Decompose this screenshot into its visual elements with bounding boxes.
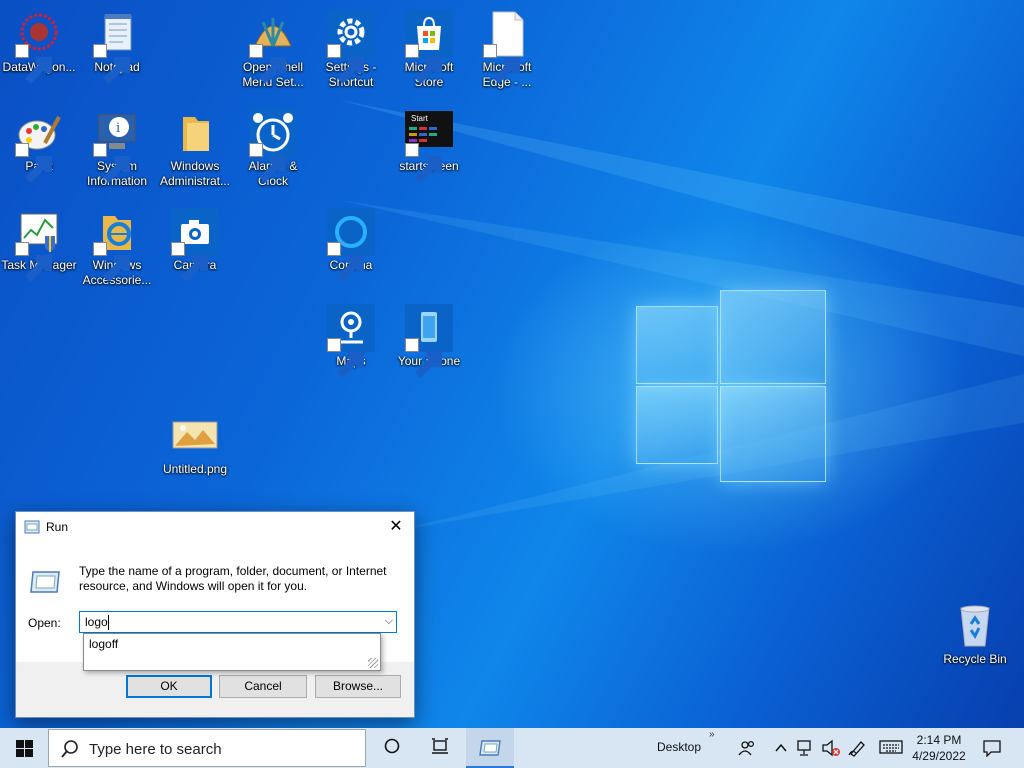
chevron-down-icon[interactable]: ⌵ <box>385 615 393 628</box>
close-icon[interactable]: ✕ <box>384 515 408 539</box>
notification-icon[interactable] <box>983 739 1001 757</box>
autocomplete-list[interactable]: logoff <box>83 633 381 671</box>
browse-button[interactable]: Browse... <box>315 675 401 698</box>
run-dialog[interactable]: Run ✕ Type the name of a program, folder… <box>15 511 415 718</box>
desktop-icon-task-manager[interactable]: Task Manager <box>1 208 77 282</box>
desktop-icon-label: Windows Administrat... <box>159 159 231 188</box>
clock-time: 2:14 PM <box>916 733 962 747</box>
chevron-right-icon[interactable]: » <box>709 729 715 740</box>
ok-button[interactable]: OK <box>126 675 212 698</box>
run-icon <box>479 740 501 756</box>
desktop-icon-startscreen[interactable]: Start startscreen <box>391 109 467 183</box>
open-input[interactable]: logo <box>85 615 108 629</box>
desktop-icon-notepad[interactable]: Notepad <box>79 10 155 84</box>
keyboard-icon[interactable] <box>879 739 903 755</box>
run-message: Type the name of a program, folder, docu… <box>79 564 387 593</box>
cortana-ring-icon[interactable] <box>384 738 400 754</box>
desktop-toolbar-label[interactable]: Desktop <box>657 740 701 754</box>
startscreen-thumb-text: Start <box>411 114 429 123</box>
run-icon <box>24 520 40 534</box>
search-placeholder: Type here to search <box>89 741 222 758</box>
clock-date: 4/29/2022 <box>912 749 966 763</box>
desktop-icon-windows-administrative[interactable]: Windows Administrat... <box>157 109 233 189</box>
desktop-icon-camera[interactable]: Camera <box>157 208 233 282</box>
cancel-button[interactable]: Cancel <box>219 675 307 698</box>
desktop-icon-paint[interactable]: Paint <box>1 109 77 183</box>
task-view-icon[interactable] <box>431 738 449 754</box>
taskbar-run-app[interactable] <box>466 728 514 768</box>
autocomplete-item[interactable]: logoff <box>89 637 118 651</box>
run-title: Run <box>46 520 69 534</box>
open-combobox[interactable]: logo ⌵ <box>79 611 397 633</box>
desktop-icon-open-shell[interactable]: Open-Shell Menu Set... <box>235 10 311 90</box>
desktop-icon-edge[interactable]: Microsoft Edge - ... <box>469 10 545 90</box>
volume-muted-icon[interactable] <box>821 739 841 757</box>
folder-icon <box>183 117 209 151</box>
search-box[interactable]: Type here to search <box>48 729 366 767</box>
start-button[interactable] <box>0 728 48 768</box>
clock[interactable]: 2:14 PM 4/29/2022 <box>908 732 970 764</box>
svg-text:i: i <box>116 121 120 136</box>
desktop-icon-recycle-bin[interactable]: Recycle Bin <box>937 602 1013 667</box>
windows-logo-wallpaper <box>636 290 826 482</box>
image-file-icon <box>172 421 218 449</box>
taskbar: Type here to search Desktop » 2:14 PM 4/… <box>0 728 1024 768</box>
desktop-icon-microsoft-store[interactable]: Microsoft Store <box>391 10 467 90</box>
run-titlebar[interactable]: Run ✕ <box>16 512 414 542</box>
desktop-icon-system-information[interactable]: i System Information <box>79 109 155 189</box>
run-large-icon <box>30 571 60 593</box>
people-icon[interactable] <box>738 739 756 757</box>
text-caret <box>108 615 109 630</box>
desktop-icon-alarms-clock[interactable]: Alarms & Clock <box>235 109 311 189</box>
open-label: Open: <box>28 616 61 630</box>
desktop-icon-untitled-png[interactable]: Untitled.png <box>157 412 233 477</box>
chevron-up-icon[interactable] <box>775 739 787 757</box>
desktop-icon-maps[interactable]: Maps <box>313 304 389 378</box>
desktop-icon-label: Untitled.png <box>162 462 228 476</box>
desktop-icon-settings[interactable]: Settings - Shortcut <box>313 10 389 90</box>
desktop-icon-your-phone[interactable]: Your Phone <box>391 304 467 378</box>
desktop-icon-datawagon[interactable]: DataWagon... <box>1 10 77 84</box>
recycle-bin-icon <box>960 605 990 647</box>
windows-logo-icon <box>16 740 33 757</box>
desktop[interactable]: DataWagon... Notepad Open-Shell Menu Set… <box>0 0 1024 728</box>
desktop-icon-windows-accessories[interactable]: Windows Accessorie... <box>79 208 155 288</box>
network-icon[interactable] <box>796 739 816 757</box>
resize-grip-icon[interactable] <box>368 658 378 668</box>
search-icon <box>61 740 78 758</box>
pen-workspace-icon[interactable] <box>848 739 868 757</box>
desktop-icon-label: Recycle Bin <box>943 652 1007 666</box>
desktop-icon-cortana[interactable]: Cortana <box>313 208 389 282</box>
